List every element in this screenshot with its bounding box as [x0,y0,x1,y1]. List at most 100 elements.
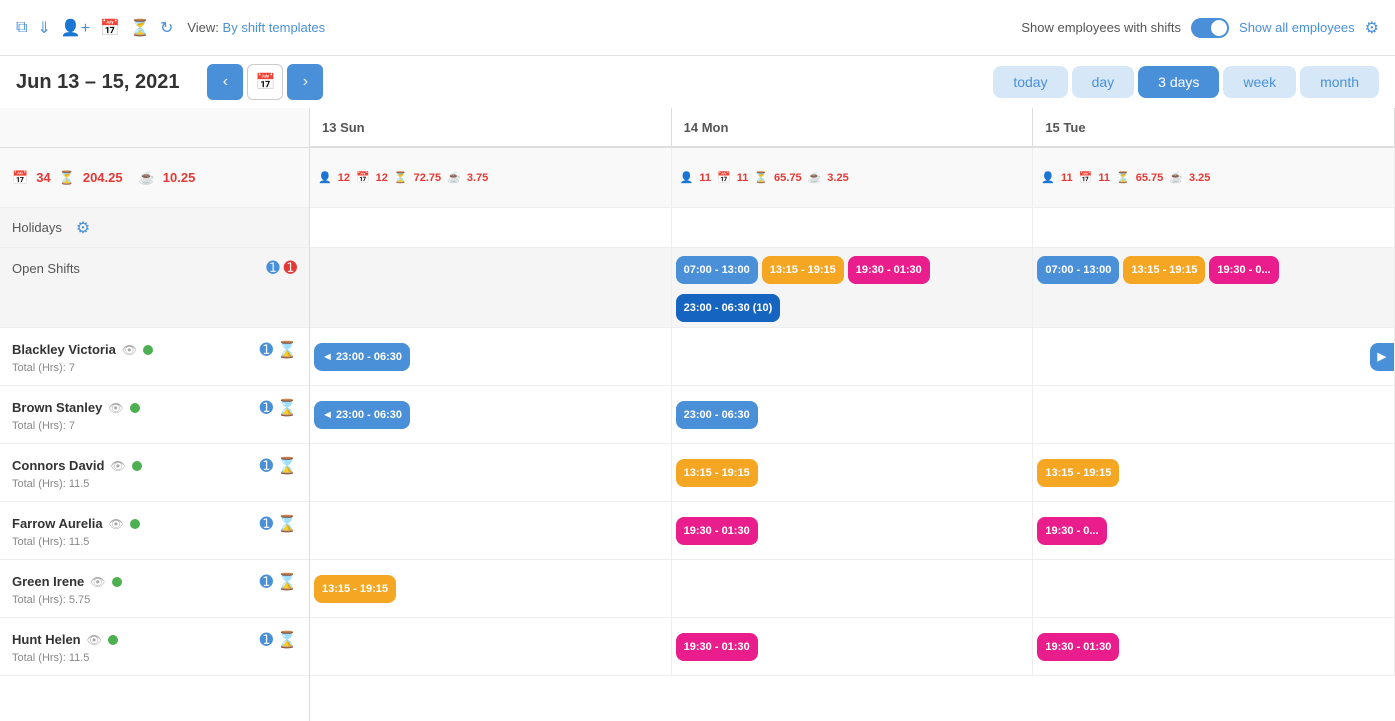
employee-add-icon-4[interactable]: ➊ [260,572,273,592]
summary-stats-row: 📅 34 ⏳ 204.25 ☕ 10.25 [0,148,309,208]
toggle-knob [1211,20,1227,36]
download-icon[interactable]: ⇓ [37,18,50,38]
employee-clock-icon-5[interactable]: ⌛ [277,630,297,650]
cal-icon-0: 📅 [356,171,370,184]
employee-visibility-icon-0[interactable]: 👁 [122,343,137,357]
open-shifts-add-icon[interactable]: ➊ [266,258,279,278]
sidebar-employee-2: Connors David 👁 ➊ ⌛ Total (Hrs): 11.5 [0,444,309,502]
people-val-1: 11 [699,172,711,184]
grid-cell-2-2: 13:15 - 19:15 [1033,444,1395,501]
open-shift-block-07-tue[interactable]: 07:00 - 13:00 [1037,256,1119,284]
add-employee-icon[interactable]: 👤+ [61,18,90,38]
employee-add-icon-0[interactable]: ➊ [260,340,273,360]
employee-clock-icon-2[interactable]: ⌛ [277,456,297,476]
shift-block-overflow-0[interactable]: ▶ [1370,343,1394,371]
shift-block-5-1[interactable]: 19:30 - 01:30 [676,633,758,661]
shift-block-1-0[interactable]: ◄ 23:00 - 06:30 [314,401,410,429]
open-shift-block-23[interactable]: 23:00 - 06:30 (10) [676,294,781,322]
cal-val-0: 12 [376,172,388,184]
open-shift-block-13-tue[interactable]: 13:15 - 19:15 [1123,256,1205,284]
employee-add-icon-3[interactable]: ➊ [260,514,273,534]
holidays-label: Holidays [12,220,62,235]
shift-block-2-2[interactable]: 13:15 - 19:15 [1037,459,1119,487]
period-3days-button[interactable]: 3 days [1138,66,1219,98]
shift-block-3-2[interactable]: 19:30 - 0... [1037,517,1106,545]
grid-area: 13 Sun 14 Mon 15 Tue 👤 12 📅 12 ⏳ 72.75 ☕… [310,108,1395,721]
refresh-icon[interactable]: ↻ [160,18,173,38]
next-button[interactable]: › [287,64,323,100]
cal-val-2: 11 [1098,172,1110,184]
employee-grid-rows: ◄ 23:00 - 06:30 ▶ ◄ 23:00 - 06:30 23:00 - 0… [310,328,1395,676]
open-shifts-section: Open Shifts ➊ ➊ [0,248,309,328]
grid-cell-3-1: 19:30 - 01:30 [672,502,1034,559]
open-shifts-actions: ➊ ➊ [266,258,297,278]
shift-block-3-1[interactable]: 19:30 - 01:30 [676,517,758,545]
employee-visibility-icon-1[interactable]: 👁 [108,401,123,415]
cal-icon-1: 📅 [717,171,731,184]
employee-add-icon-1[interactable]: ➊ [260,398,273,418]
grid-cell-1-2 [1033,386,1395,443]
employee-clock-icon-4[interactable]: ⌛ [277,572,297,592]
coffee-val-2: 3.25 [1189,172,1210,184]
shift-block-5-2[interactable]: 19:30 - 01:30 [1037,633,1119,661]
holidays-cell-0 [310,208,672,247]
people-val-0: 12 [338,172,350,184]
employee-add-icon-5[interactable]: ➊ [260,630,273,650]
copy-icon[interactable]: ⧉ [16,19,27,37]
calendar-picker-button[interactable]: 📅 [247,64,283,100]
shift-block-1-1[interactable]: 23:00 - 06:30 [676,401,758,429]
settings-gear-icon[interactable]: ⚙ [1365,18,1379,38]
calendar-container: 📅 34 ⏳ 204.25 ☕ 10.25 Holidays ⚙ Open Sh… [0,108,1395,721]
period-day-button[interactable]: day [1072,66,1135,98]
sidebar-employee-4: Green Irene 👁 ➊ ⌛ Total (Hrs): 5.75 [0,560,309,618]
open-shift-block-19[interactable]: 19:30 - 01:30 [848,256,930,284]
shift-block-4-0[interactable]: 13:15 - 19:15 [314,575,396,603]
period-month-button[interactable]: month [1300,66,1379,98]
shift-block-0-0[interactable]: ◄ 23:00 - 06:30 [314,343,410,371]
sidebar-employee-5: Hunt Helen 👁 ➊ ⌛ Total (Hrs): 11.5 [0,618,309,676]
holidays-grid-row [310,208,1395,248]
period-today-button[interactable]: today [993,66,1067,98]
prev-button[interactable]: ‹ [207,64,243,100]
shift-block-2-1[interactable]: 13:15 - 19:15 [676,459,758,487]
show-employees-toggle[interactable] [1191,18,1229,38]
calendar-stat-icon: 📅 [12,170,28,186]
employee-total-hrs-0: Total (Hrs): 7 [12,362,297,374]
holidays-cell-2 [1033,208,1395,247]
open-shifts-cell-1: 07:00 - 13:00 13:15 - 19:15 19:30 - 01:3… [672,248,1034,327]
sidebar-employee-0: Blackley Victoria 👁 ➊ ⌛ Total (Hrs): 7 [0,328,309,386]
open-shift-block-19-tue[interactable]: 19:30 - 0... [1209,256,1278,284]
employee-add-icon-2[interactable]: ➊ [260,456,273,476]
clock-icon[interactable]: ⏳ [130,18,150,38]
grid-cell-4-0: 13:15 - 19:15 [310,560,672,617]
employee-status-dot-5 [108,635,118,645]
employee-visibility-icon-4[interactable]: 👁 [90,575,105,589]
employee-clock-icon-1[interactable]: ⌛ [277,398,297,418]
open-shift-block-07[interactable]: 07:00 - 13:00 [676,256,758,284]
day-stats-1: 👤 11 📅 11 ⏳ 65.75 ☕ 3.25 [672,148,1034,207]
grid-cell-0-0: ◄ 23:00 - 06:30 [310,328,672,385]
show-all-employees-link[interactable]: Show all employees [1239,20,1355,35]
employee-clock-icon-0[interactable]: ⌛ [277,340,297,360]
employee-clock-icon-3[interactable]: ⌛ [277,514,297,534]
clock-val-2: 65.75 [1136,172,1164,184]
calendar-icon[interactable]: 📅 [100,18,120,38]
clock-icon-1: ⏳ [754,171,768,184]
employee-list: Blackley Victoria 👁 ➊ ⌛ Total (Hrs): 7 B… [0,328,309,676]
people-icon-0: 👤 [318,171,332,184]
grid-cell-3-0 [310,502,672,559]
employee-status-dot-0 [143,345,153,355]
open-shifts-remove-icon[interactable]: ➊ [284,258,297,278]
employee-status-dot-2 [132,461,142,471]
day-header-1: 14 Mon [672,108,1034,146]
grid-cell-0-2: ▶ [1033,328,1395,385]
clock-icon-2: ⏳ [1116,171,1130,184]
employee-visibility-icon-2[interactable]: 👁 [110,459,125,473]
period-week-button[interactable]: week [1223,66,1296,98]
employee-visibility-icon-5[interactable]: 👁 [87,633,102,647]
toolbar: ⧉ ⇓ 👤+ 📅 ⏳ ↻ View: By shift templates Sh… [0,0,1395,56]
open-shift-block-13[interactable]: 13:15 - 19:15 [762,256,844,284]
employee-status-dot-4 [112,577,122,587]
employee-visibility-icon-3[interactable]: 👁 [109,517,124,531]
day-stats-row: 👤 12 📅 12 ⏳ 72.75 ☕ 3.75 👤 11 📅 11 ⏳ 65.… [310,148,1395,208]
